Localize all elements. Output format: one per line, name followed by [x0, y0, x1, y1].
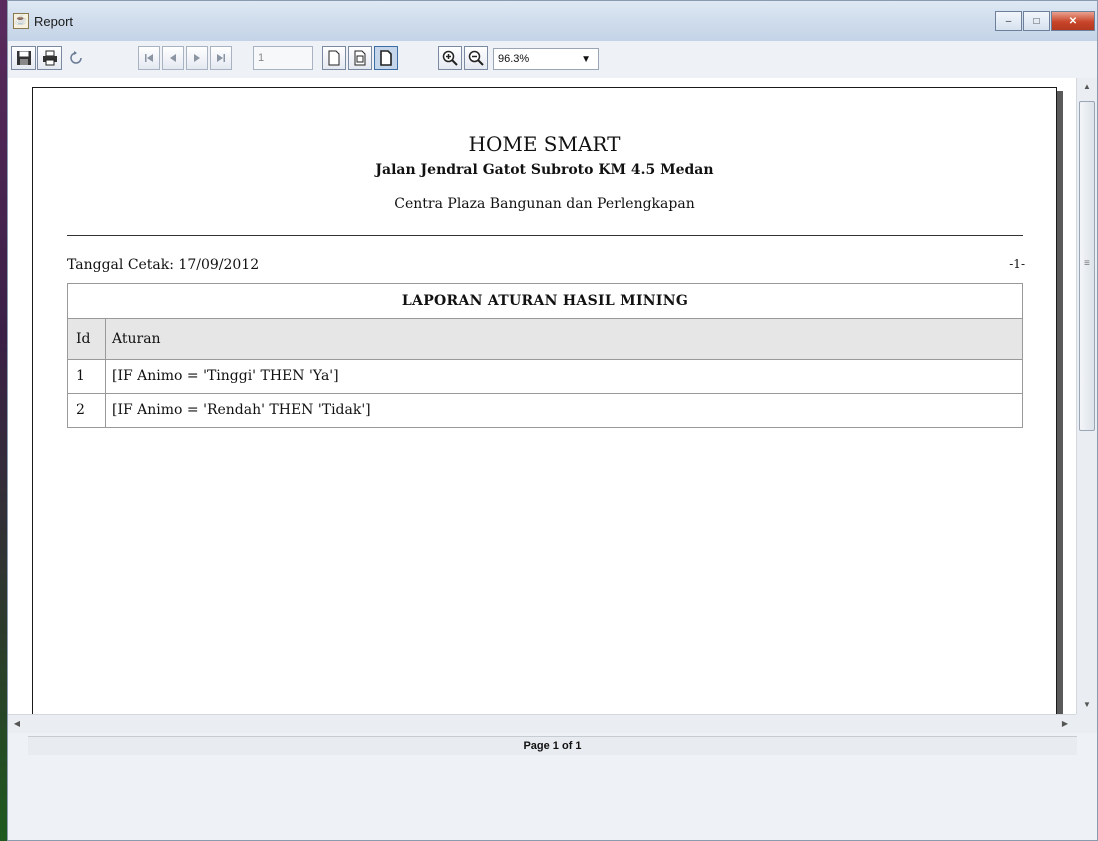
save-icon: [16, 51, 31, 65]
print-date: Tanggal Cetak: 17/09/2012: [67, 257, 260, 273]
actual-size-button[interactable]: [322, 46, 346, 70]
print-icon: [42, 50, 57, 66]
zoom-out-icon: [468, 50, 484, 66]
window-controls: – □ ✕: [995, 11, 1095, 31]
horizontal-scrollbar[interactable]: ◀ ▶: [8, 714, 1076, 733]
company-subtitle: Centra Plaza Bangunan dan Perlengkapan: [394, 196, 695, 212]
close-button[interactable]: ✕: [1051, 11, 1095, 31]
cell-aturan: [IF Animo = 'Tinggi' THEN 'Ya']: [112, 368, 339, 384]
next-page-button[interactable]: [186, 46, 208, 70]
print-button[interactable]: [37, 46, 62, 70]
vertical-scroll-thumb[interactable]: ≡: [1079, 101, 1095, 431]
header-divider: [67, 235, 1023, 236]
first-page-button[interactable]: [138, 46, 160, 70]
table-header-row: Id Aturan: [68, 319, 1022, 360]
java-app-icon: ☕: [13, 13, 29, 29]
last-page-button[interactable]: [210, 46, 232, 70]
scroll-up-icon[interactable]: ▲: [1077, 78, 1097, 96]
page-number-input[interactable]: 1: [253, 46, 313, 70]
column-header-aturan: Aturan: [112, 331, 161, 347]
toolbar: 1 96.3% ▼: [8, 41, 1097, 78]
fit-page-icon: [354, 50, 366, 66]
report-viewport: HOME SMART Jalan Jendral Gatot Subroto K…: [8, 78, 1076, 714]
rules-table: LAPORAN ATURAN HASIL MINING Id Aturan 1 …: [67, 283, 1023, 428]
save-button[interactable]: [11, 46, 36, 70]
fit-width-button[interactable]: [374, 46, 398, 70]
grip-icon: ≡: [1084, 258, 1090, 269]
scroll-down-icon[interactable]: ▼: [1077, 696, 1097, 714]
next-page-icon: [194, 54, 200, 62]
cell-id: 2: [68, 394, 106, 427]
table-row: 1 [IF Animo = 'Tinggi' THEN 'Ya']: [68, 360, 1022, 394]
scroll-left-icon[interactable]: ◀: [8, 715, 26, 733]
maximize-button[interactable]: □: [1023, 11, 1050, 31]
reload-icon: [70, 51, 82, 64]
page-number: -1-: [1009, 257, 1025, 271]
report-page: HOME SMART Jalan Jendral Gatot Subroto K…: [32, 87, 1057, 714]
zoom-select[interactable]: 96.3% ▼: [493, 48, 599, 70]
company-address: Jalan Jendral Gatot Subroto KM 4.5 Medan: [375, 162, 714, 178]
title-bar[interactable]: ☕ Report – □ ✕: [8, 1, 1097, 41]
column-header-id: Id: [68, 319, 106, 359]
first-page-icon: [145, 54, 153, 62]
desktop-edge: [0, 0, 7, 841]
zoom-value: 96.3%: [498, 53, 530, 65]
previous-page-button[interactable]: [162, 46, 184, 70]
previous-page-icon: [170, 54, 176, 62]
table-title: LAPORAN ATURAN HASIL MINING: [68, 284, 1022, 319]
actual-size-icon: [328, 50, 340, 66]
company-name: HOME SMART: [468, 132, 621, 156]
scroll-right-icon[interactable]: ▶: [1056, 715, 1074, 733]
report-window: ☕ Report – □ ✕ 1 96.3% ▼ HOME SMART Jala…: [7, 0, 1098, 841]
fit-width-icon: [380, 50, 392, 66]
chevron-down-icon: ▼: [581, 54, 591, 65]
zoom-in-icon: [442, 50, 458, 66]
zoom-out-button[interactable]: [464, 46, 488, 70]
cell-aturan: [IF Animo = 'Rendah' THEN 'Tidak']: [112, 402, 371, 418]
cell-id: 1: [68, 360, 106, 393]
vertical-scrollbar[interactable]: ▲ ≡ ▼: [1076, 78, 1097, 714]
status-bar: Page 1 of 1: [28, 736, 1077, 755]
fit-page-button[interactable]: [348, 46, 372, 70]
zoom-in-button[interactable]: [438, 46, 462, 70]
reload-button[interactable]: [64, 46, 88, 70]
minimize-button[interactable]: –: [995, 11, 1022, 31]
last-page-icon: [217, 54, 225, 62]
table-row: 2 [IF Animo = 'Rendah' THEN 'Tidak']: [68, 394, 1022, 427]
window-title: Report: [34, 14, 74, 29]
scrollbar-corner: [1076, 714, 1097, 733]
